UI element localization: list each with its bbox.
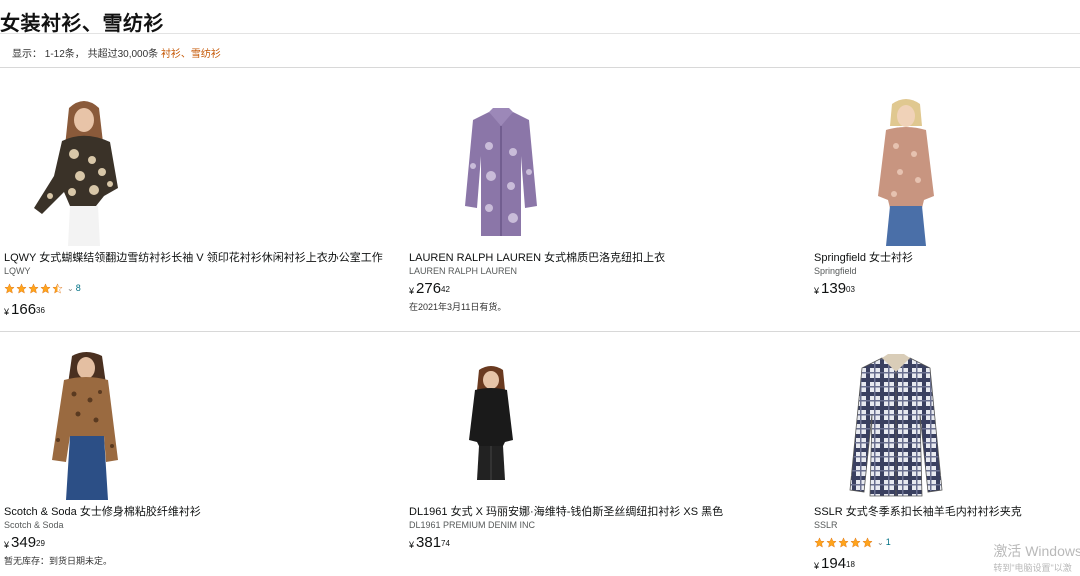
price-symbol: ¥ bbox=[4, 540, 10, 550]
price-symbol: ¥ bbox=[409, 540, 415, 550]
star-half-icon bbox=[52, 282, 63, 294]
chevron-down-icon[interactable]: ⌄ bbox=[67, 284, 74, 293]
product-brand: SSLR bbox=[814, 520, 838, 530]
price-symbol: ¥ bbox=[814, 286, 820, 296]
product-card[interactable]: Scotch & Soda 女士修身棉粘胶纤维衬衫 Scotch & Soda … bbox=[4, 350, 374, 567]
product-rating[interactable]: ⌄ 8 bbox=[4, 280, 374, 296]
product-brand: LAUREN RALPH LAUREN bbox=[409, 266, 518, 276]
row-divider bbox=[0, 331, 1080, 332]
price-whole: 276 bbox=[416, 280, 442, 297]
price-fraction: 74 bbox=[441, 539, 450, 548]
price-symbol: ¥ bbox=[409, 286, 415, 296]
product-price: ¥13903 bbox=[814, 280, 1074, 298]
product-price: ¥16636 bbox=[4, 301, 374, 319]
price-whole: 139 bbox=[821, 280, 847, 297]
price-whole: 166 bbox=[11, 301, 37, 318]
star-full-icon bbox=[40, 282, 51, 294]
product-title[interactable]: SSLR 女式冬季系扣长袖羊毛内衬衬衫夹克 bbox=[814, 505, 1076, 519]
page-title: 女装衬衫、雪纺衫 bbox=[0, 13, 164, 35]
product-card[interactable]: Springfield 女士衬衫 Springfield ¥13903 bbox=[814, 96, 1074, 298]
star-full-icon bbox=[4, 282, 15, 294]
model-floral-shirt-image[interactable] bbox=[834, 96, 984, 246]
product-brand: Scotch & Soda bbox=[4, 520, 64, 530]
availability-note: 在2021年3月11日有货。 bbox=[409, 302, 507, 312]
product-price: ¥38174 bbox=[409, 534, 779, 552]
product-card[interactable]: LAUREN RALPH LAUREN 女式棉质巴洛克纽扣上衣 LAUREN R… bbox=[409, 96, 779, 313]
model-floral-blouse-image[interactable] bbox=[14, 96, 164, 246]
model-leopard-shirt-image[interactable] bbox=[14, 350, 164, 500]
model-black-silk-shirt-image[interactable] bbox=[419, 350, 569, 500]
plaid-flannel-shirt-image[interactable] bbox=[824, 350, 974, 500]
product-brand: Springfield bbox=[814, 266, 857, 276]
watermark-line-2: 转到"电脑设置"以激 bbox=[993, 563, 1072, 573]
product-price: ¥34929 bbox=[4, 534, 374, 552]
price-fraction: 29 bbox=[36, 539, 45, 548]
product-title[interactable]: Scotch & Soda 女士修身棉粘胶纤维衬衫 bbox=[4, 505, 374, 519]
result-count-text: 显示： 1-12条， 共超过30,000条 bbox=[12, 49, 161, 60]
product-brand: LQWY bbox=[4, 266, 31, 276]
product-card[interactable]: SSLR 女式冬季系扣长袖羊毛内衬衬衫夹克 SSLR ⌄ 1 ¥19418 bbox=[814, 350, 1076, 573]
price-fraction: 36 bbox=[36, 306, 45, 315]
product-title[interactable]: LQWY 女式蝴蝶结领翻边雪纺衬衫长袖 V 领印花衬衫休闲衬衫上衣办公室工作 bbox=[4, 251, 383, 265]
rating-count[interactable]: 8 bbox=[76, 283, 81, 293]
info-divider bbox=[0, 67, 1080, 68]
purple-paisley-shirt-image[interactable] bbox=[429, 96, 579, 246]
result-info: 显示： 1-12条， 共超过30,000条 衬衫、雪纺衫 bbox=[12, 45, 221, 60]
result-keywords: 衬衫、雪纺衫 bbox=[160, 49, 221, 60]
star-full-icon bbox=[862, 536, 873, 548]
star-full-icon bbox=[16, 282, 27, 294]
price-fraction: 18 bbox=[846, 560, 855, 569]
price-symbol: ¥ bbox=[4, 307, 10, 317]
product-title[interactable]: LAUREN RALPH LAUREN 女式棉质巴洛克纽扣上衣 bbox=[409, 251, 779, 265]
product-price: ¥27642 bbox=[409, 280, 779, 298]
price-whole: 349 bbox=[11, 534, 37, 551]
availability-note: 暂无库存：到货日期未定。 bbox=[4, 556, 113, 566]
product-brand: DL1961 PREMIUM DENIM INC bbox=[409, 520, 536, 530]
chevron-down-icon[interactable]: ⌄ bbox=[877, 538, 884, 547]
price-symbol: ¥ bbox=[814, 561, 820, 571]
price-whole: 194 bbox=[821, 555, 847, 572]
star-full-icon bbox=[814, 536, 825, 548]
product-title[interactable]: Springfield 女士衬衫 bbox=[814, 251, 1074, 265]
product-card[interactable]: LQWY 女式蝴蝶结领翻边雪纺衬衫长袖 V 领印花衬衫休闲衬衫上衣办公室工作 L… bbox=[4, 96, 383, 319]
star-full-icon bbox=[826, 536, 837, 548]
product-card[interactable]: DL1961 女式 X 玛丽安娜·海维特-钱伯斯圣丝绸纽扣衬衫 XS 黑色 DL… bbox=[409, 350, 779, 552]
watermark-line-1: 激活 Windows bbox=[993, 543, 1080, 559]
star-full-icon bbox=[850, 536, 861, 548]
windows-activation-watermark: 激活 Windows 转到"电脑设置"以激 bbox=[993, 541, 1080, 574]
price-fraction: 42 bbox=[441, 285, 450, 294]
product-title[interactable]: DL1961 女式 X 玛丽安娜·海维特-钱伯斯圣丝绸纽扣衬衫 XS 黑色 bbox=[409, 505, 779, 519]
price-whole: 381 bbox=[416, 534, 442, 551]
star-full-icon bbox=[28, 282, 39, 294]
title-divider bbox=[0, 33, 1080, 34]
price-fraction: 03 bbox=[846, 285, 855, 294]
rating-count[interactable]: 1 bbox=[886, 537, 891, 547]
star-full-icon bbox=[838, 536, 849, 548]
